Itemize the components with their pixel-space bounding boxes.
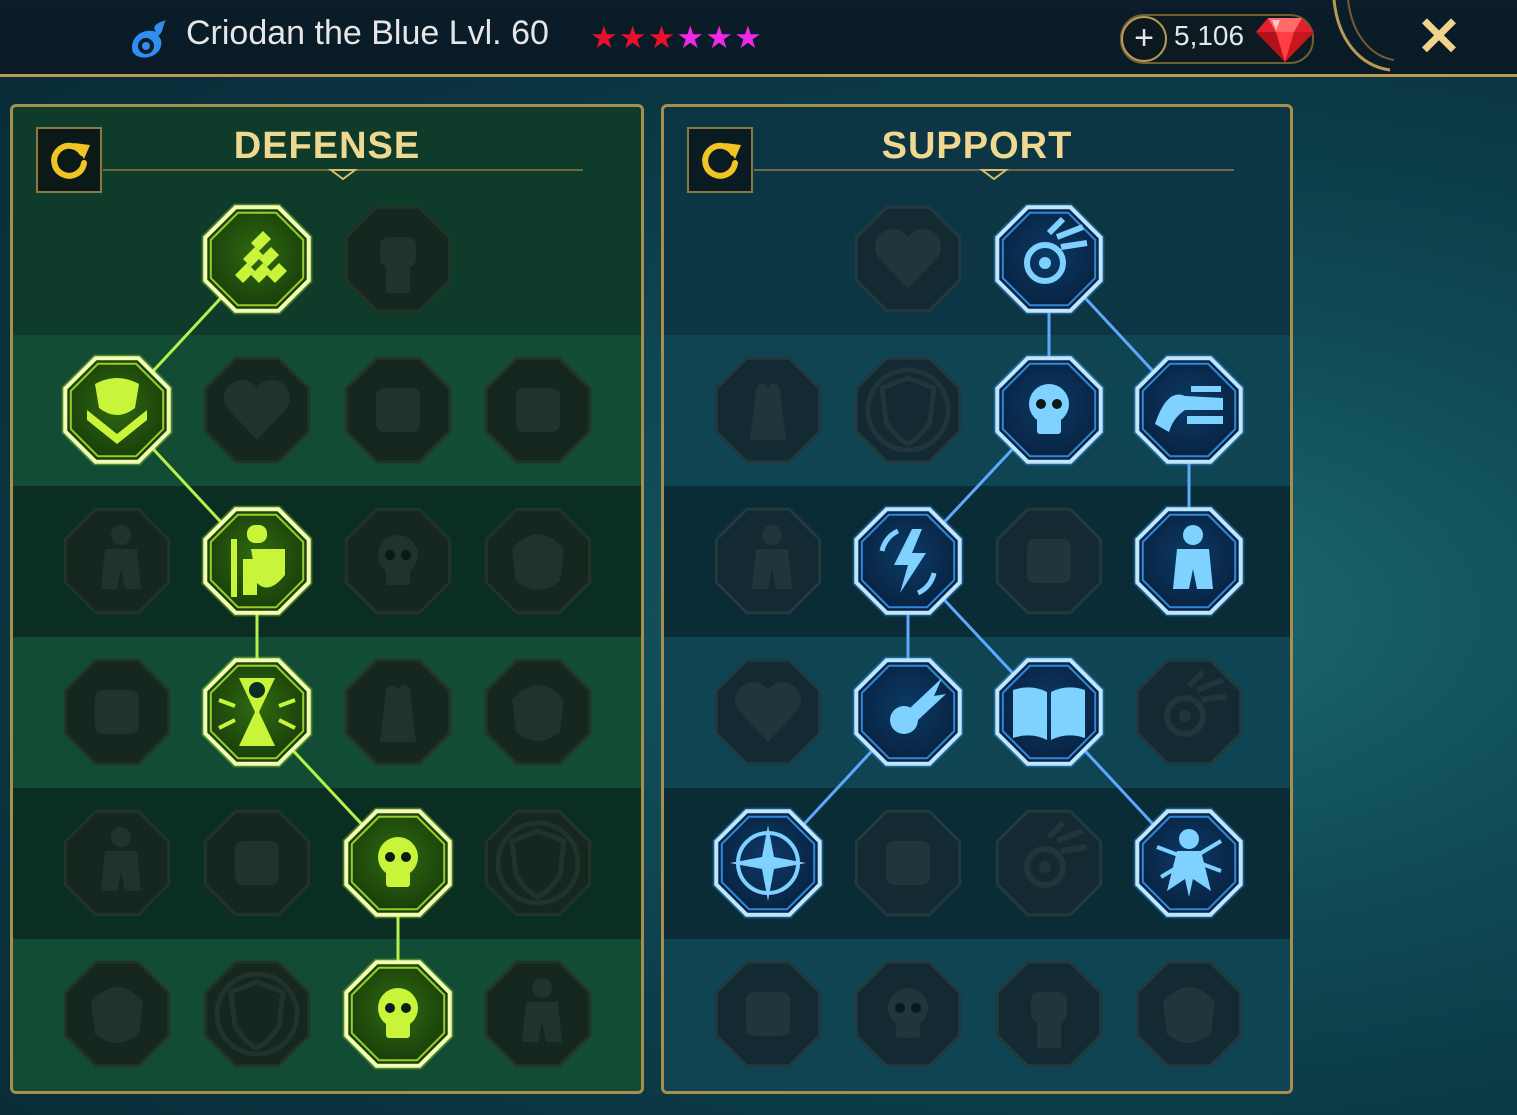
skill-node-potion-flask[interactable] — [706, 952, 830, 1076]
support-panel: SUPPORT — [661, 104, 1293, 1094]
skill-node-chained-heart[interactable] — [706, 650, 830, 774]
affinity-magic-icon — [132, 20, 166, 58]
skill-node-winged-shield[interactable] — [195, 952, 319, 1076]
skill-node-strongman[interactable] — [476, 952, 600, 1076]
skill-node-shards[interactable] — [195, 197, 319, 321]
skill-node-fist[interactable] — [336, 197, 460, 321]
skill-node-cracked-ground[interactable] — [987, 499, 1111, 623]
skill-node-knight-shield[interactable] — [195, 499, 319, 623]
star-icon: ★ — [676, 20, 705, 55]
skill-node-running-man[interactable] — [55, 801, 179, 925]
skill-node-spiked-skull[interactable] — [336, 801, 460, 925]
add-gems-button[interactable]: + — [1121, 16, 1167, 62]
skill-node-praying-hands[interactable] — [706, 348, 830, 472]
stone-golem-icon — [376, 388, 420, 432]
skill-node-open-hand[interactable] — [336, 650, 460, 774]
star-icon: ★ — [590, 20, 618, 55]
skill-node-open-book[interactable] — [987, 650, 1111, 774]
skill-node-compass-star[interactable] — [706, 801, 830, 925]
bull-head-icon — [512, 685, 564, 741]
crossed-blades-icon — [516, 388, 560, 432]
star-icon: ★ — [705, 20, 733, 55]
skill-node-crossed-blades[interactable] — [476, 348, 600, 472]
skill-node-slashing-arm[interactable] — [1127, 348, 1251, 472]
panel-title-support: SUPPORT — [881, 125, 1073, 167]
close-button[interactable]: ✕ — [1412, 10, 1466, 64]
top-bar: Criodan the Blue Lvl. 60 ★ ★ ★ ★ ★ ★ + 5,106 … — [0, 0, 1517, 77]
skill-node-horned-skull[interactable] — [846, 952, 970, 1076]
skill-node-crowd[interactable] — [55, 650, 179, 774]
skill-node-skull-hourglass[interactable] — [195, 650, 319, 774]
skill-node-hooded-face[interactable] — [476, 499, 600, 623]
potion-flask-icon — [746, 992, 790, 1036]
cracked-ground-icon — [1027, 539, 1071, 583]
skill-node-bull-head[interactable] — [476, 650, 600, 774]
demon-bust-icon — [91, 987, 143, 1043]
skill-node-gripping-fist[interactable] — [987, 952, 1111, 1076]
ruby-gem-icon — [1256, 18, 1314, 62]
skill-node-skull-heart[interactable] — [336, 499, 460, 623]
swift-boot-icon — [886, 841, 930, 885]
skill-node-stone-golem[interactable] — [336, 348, 460, 472]
skill-node-chevron-shield[interactable] — [55, 348, 179, 472]
gem-amount: 5,106 — [1174, 20, 1245, 51]
skill-node-glaring-eyes[interactable] — [1127, 650, 1251, 774]
skill-node-fighter-pose[interactable] — [55, 499, 179, 623]
eagle-head-icon — [1163, 987, 1215, 1043]
skill-node-drops[interactable] — [195, 801, 319, 925]
skill-node-ward-shield[interactable] — [846, 348, 970, 472]
skill-node-heart-organ[interactable] — [195, 348, 319, 472]
hooded-face-icon — [512, 534, 564, 590]
crowd-icon — [95, 690, 139, 734]
hero-name: Criodan the Blue Lvl. 60 — [186, 14, 549, 52]
title-divider — [103, 169, 583, 181]
skill-node-eagle-head[interactable] — [1127, 952, 1251, 1076]
frame-ornament — [1332, 0, 1394, 72]
skill-node-caster-figure[interactable] — [706, 499, 830, 623]
title-divider — [754, 169, 1234, 181]
skill-node-shadow-figure[interactable] — [1127, 499, 1251, 623]
skill-node-swift-boot[interactable] — [846, 801, 970, 925]
star-icon: ★ — [733, 20, 762, 55]
skill-node-voodoo-doll[interactable] — [1127, 801, 1251, 925]
skill-node-moon-eye[interactable] — [987, 801, 1111, 925]
drops-icon — [235, 841, 279, 885]
skill-node-sword-circle[interactable] — [476, 801, 600, 925]
skill-node-radiant-eye[interactable] — [987, 197, 1111, 321]
panel-title-defense: DEFENSE — [233, 125, 421, 167]
skill-node-comet[interactable] — [846, 650, 970, 774]
skill-node-screaming-skull[interactable] — [336, 952, 460, 1076]
star-icon: ★ — [647, 20, 676, 55]
skill-node-burning-skull[interactable] — [987, 348, 1111, 472]
star-icon: ★ — [618, 20, 647, 55]
skill-node-demon-bust[interactable] — [55, 952, 179, 1076]
star-rating: ★ ★ ★ ★ ★ ★ — [590, 20, 762, 56]
defense-panel: DEFENSE — [10, 104, 644, 1094]
skill-node-lightning-cycle[interactable] — [846, 499, 970, 623]
skill-node-heart-plus[interactable] — [846, 197, 970, 321]
